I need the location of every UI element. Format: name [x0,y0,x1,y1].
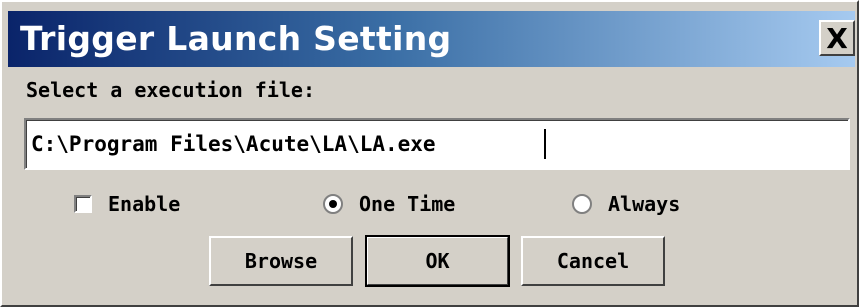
trigger-launch-setting-dialog: Trigger Launch Setting X Select a execut… [0,0,859,307]
dialog-title: Trigger Launch Setting [20,19,452,58]
close-icon: X [826,21,848,55]
title-bar[interactable]: Trigger Launch Setting X [8,11,855,67]
enable-option[interactable]: Enable [74,188,180,220]
always-label: Always [608,192,681,216]
always-radio[interactable] [572,194,592,214]
one-time-label: One Time [359,192,456,216]
close-button[interactable]: X [819,20,855,56]
select-file-label: Select a execution file: [26,78,315,102]
cancel-button[interactable]: Cancel [521,236,665,286]
file-path-input[interactable] [24,118,850,170]
browse-button[interactable]: Browse [209,236,353,286]
one-time-radio[interactable] [323,194,343,214]
enable-label: Enable [108,192,181,216]
ok-button[interactable]: OK [365,235,510,287]
text-caret [544,129,546,159]
enable-checkbox[interactable] [74,195,92,213]
always-option[interactable]: Always [572,188,680,220]
one-time-option[interactable]: One Time [323,188,455,220]
